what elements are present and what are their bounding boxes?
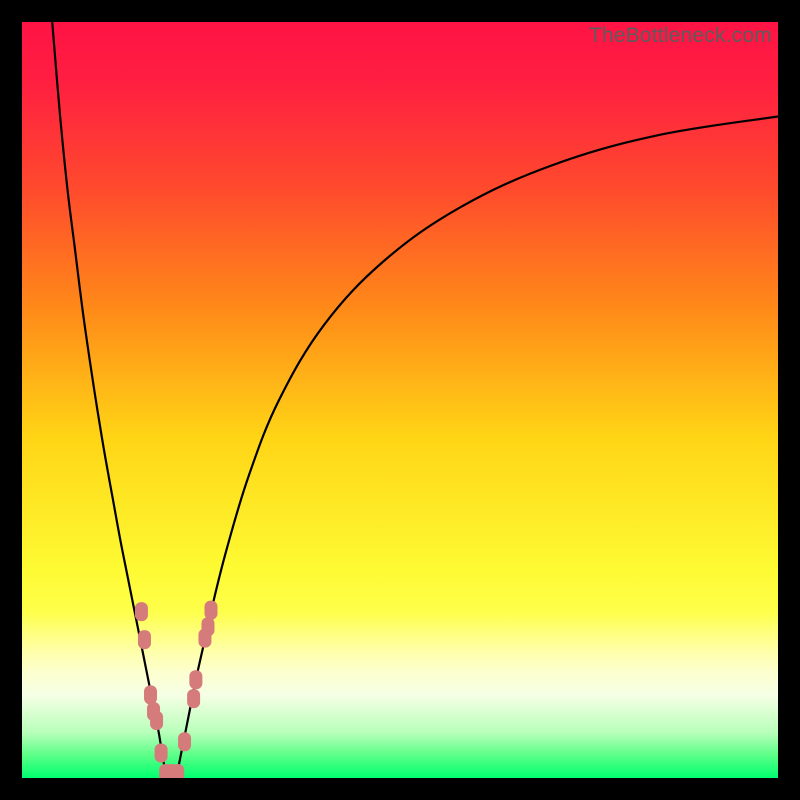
data-marker [201,617,214,636]
data-marker [155,744,168,763]
markers-group [135,601,218,778]
data-marker [144,685,157,704]
right-branch-curve [177,117,778,775]
watermark-text: TheBottleneck.com [589,24,772,48]
chart-svg [22,22,778,778]
data-marker [171,764,184,778]
plot-area: TheBottleneck.com [22,22,778,778]
data-marker [205,601,218,620]
data-marker [189,670,202,689]
data-marker [178,732,191,751]
data-marker [150,711,163,730]
left-branch-curve [52,22,165,774]
data-marker [135,602,148,621]
data-marker [187,689,200,708]
data-marker [138,630,151,649]
chart-frame: TheBottleneck.com [0,0,800,800]
